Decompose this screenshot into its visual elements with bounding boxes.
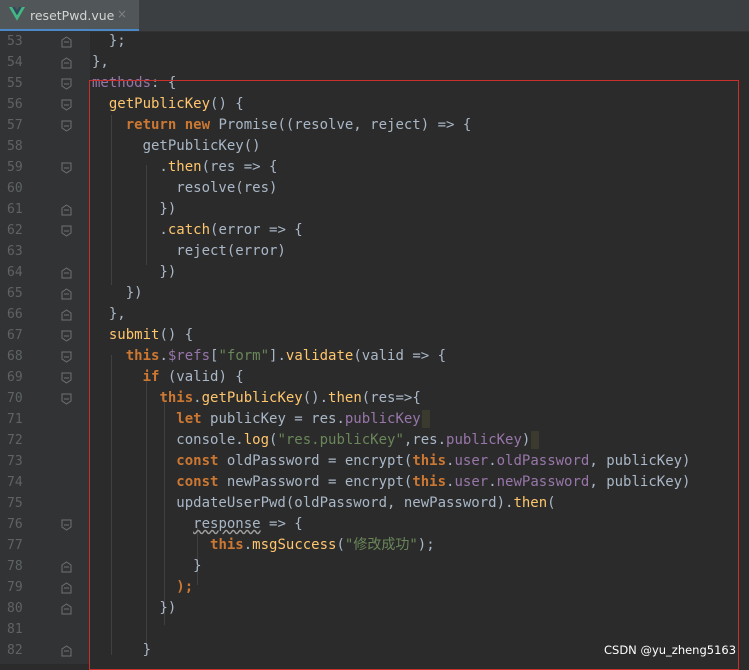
- watermark: CSDN @yu_zheng5163: [604, 643, 737, 657]
- line-number: 59: [7, 160, 23, 175]
- line-number: 71: [7, 412, 23, 427]
- fold-start-icon[interactable]: [61, 78, 72, 90]
- line-number: 66: [7, 307, 23, 322]
- line-number: 78: [7, 559, 23, 574]
- line-number: 65: [7, 286, 23, 301]
- code-line: 60 resolve(res): [7, 180, 278, 196]
- fold-start-icon[interactable]: [61, 99, 72, 111]
- code-line: 70 this.getPublicKey().then(res=>{: [7, 390, 421, 406]
- tab-filename: resetPwd.vue: [30, 8, 115, 23]
- fold-end-icon[interactable]: [61, 645, 72, 657]
- fold-end-icon[interactable]: [61, 309, 72, 321]
- line-number: 61: [7, 202, 23, 217]
- code-line: 59 .then(res => {: [7, 159, 278, 175]
- line-number: 75: [7, 496, 23, 511]
- vue-logo-icon: [9, 7, 25, 21]
- fold-start-icon[interactable]: [61, 225, 72, 237]
- code-line: 65 }): [7, 285, 143, 301]
- line-number: 53: [7, 34, 23, 49]
- code-line: 56 getPublicKey() {: [7, 96, 244, 112]
- line-number: 72: [7, 433, 23, 448]
- code-line: 54},: [7, 54, 109, 70]
- code-line: 55 methods: {: [7, 75, 177, 91]
- fold-end-icon[interactable]: [61, 561, 72, 573]
- fold-end-icon[interactable]: [61, 204, 72, 216]
- editor-tab-bar: resetPwd.vue ×: [0, 0, 749, 32]
- code-line: 67 submit() {: [7, 327, 194, 343]
- line-number: 74: [7, 475, 23, 490]
- code-editor[interactable]: 53 }; 54}, 55 methods: { 56 getPublicKey(…: [0, 31, 749, 670]
- code-line: 58 getPublicKey(): [7, 138, 261, 154]
- fold-end-icon[interactable]: [61, 267, 72, 279]
- line-number: 68: [7, 349, 23, 364]
- line-number: 54: [7, 55, 23, 70]
- line-number: 76: [7, 517, 23, 532]
- line-number: 57: [7, 118, 23, 133]
- fold-start-icon[interactable]: [61, 372, 72, 384]
- code-line: 68 this.$refs["form"].validate(valid => …: [7, 348, 447, 364]
- fold-end-icon[interactable]: [61, 582, 72, 594]
- code-line: 75 updateUserPwd(oldPassword, newPasswor…: [7, 495, 556, 511]
- code-line: 66 },: [7, 306, 126, 322]
- line-number: 62: [7, 223, 23, 238]
- fold-start-icon[interactable]: [61, 330, 72, 342]
- fold-start-icon[interactable]: [61, 162, 72, 174]
- line-number: 58: [7, 139, 23, 154]
- text-caret: [421, 410, 430, 428]
- code-line: 69 if (valid) {: [7, 369, 244, 385]
- fold-end-icon[interactable]: [61, 57, 72, 69]
- line-number: 67: [7, 328, 23, 343]
- fold-start-icon[interactable]: [61, 393, 72, 405]
- line-number: 82: [7, 643, 23, 658]
- code-line: 63 reject(error): [7, 243, 286, 259]
- line-number: 79: [7, 580, 23, 595]
- code-line: 64 }): [7, 264, 177, 280]
- code-line: 57 return new Promise((resolve, reject) …: [7, 117, 472, 133]
- code-line: 61 }): [7, 201, 177, 217]
- tab-resetpwd-vue[interactable]: resetPwd.vue ×: [0, 0, 139, 31]
- code-line: 78 }: [7, 558, 202, 574]
- code-line: 76 response => {: [7, 516, 303, 532]
- line-number: 56: [7, 97, 23, 112]
- code-line: 80 }): [7, 600, 177, 616]
- code-line: 81: [0, 619, 749, 640]
- fold-end-icon[interactable]: [61, 603, 72, 615]
- code-line: 74 const newPassword = encrypt(this.user…: [7, 474, 691, 490]
- code-line: 62 .catch(error => {: [7, 222, 303, 238]
- line-number: 63: [7, 244, 23, 259]
- line-number: 73: [7, 454, 23, 469]
- code-line: 77 this.msgSuccess("修改成功");: [7, 537, 435, 553]
- line-number: 70: [7, 391, 23, 406]
- line-number: 81: [7, 622, 23, 637]
- line-number: 60: [7, 181, 23, 196]
- line-number: 55: [7, 76, 23, 91]
- code-line: 73 const oldPassword = encrypt(this.user…: [7, 453, 691, 469]
- close-tab-icon[interactable]: ×: [117, 7, 127, 21]
- line-number: 69: [7, 370, 23, 385]
- code-line: 72 console.log("res.publicKey",res.publi…: [0, 430, 749, 451]
- code-line: 53 };: [7, 33, 126, 49]
- fold-end-icon[interactable]: [61, 36, 72, 48]
- code-line: 71 let publicKey = res.publicKey: [0, 409, 749, 430]
- line-number: 80: [7, 601, 23, 616]
- fold-start-icon[interactable]: [61, 519, 72, 531]
- line-number: 77: [7, 538, 23, 553]
- fold-end-icon[interactable]: [61, 288, 72, 300]
- line-number: 64: [7, 265, 23, 280]
- fold-start-icon[interactable]: [61, 120, 72, 132]
- code-line: 79 );: [7, 579, 194, 595]
- text-caret: [531, 431, 540, 449]
- fold-start-icon[interactable]: [61, 351, 72, 363]
